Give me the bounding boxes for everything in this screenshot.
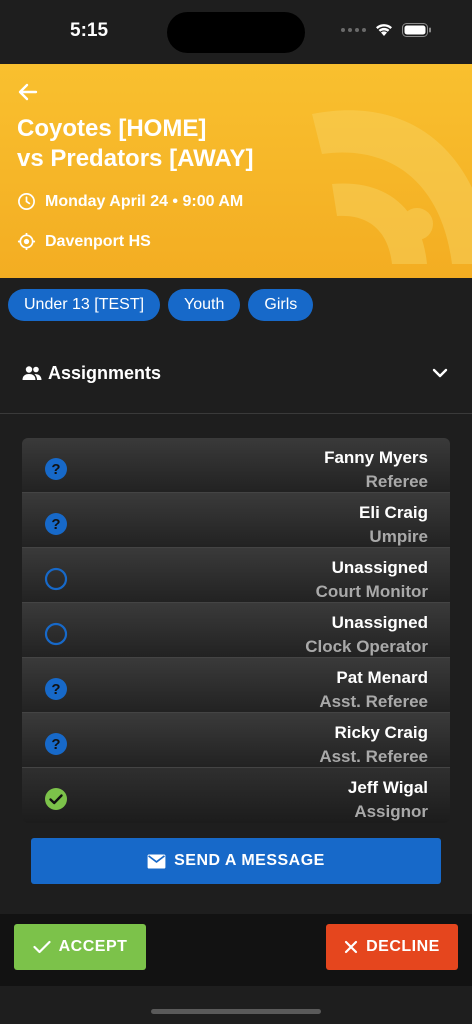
question-circle-icon: ? xyxy=(45,513,67,535)
assignment-row[interactable]: ? Fanny Myers Referee xyxy=(22,438,450,493)
dynamic-island xyxy=(167,12,305,53)
close-icon xyxy=(345,940,358,954)
title-line-2: vs Predators [AWAY] xyxy=(17,145,254,172)
decline-label: DECLINE xyxy=(366,938,440,955)
official-name: Unassigned xyxy=(331,558,428,577)
signal-icon xyxy=(341,27,366,32)
assignment-row[interactable]: ? Pat Menard Asst. Referee xyxy=(22,658,450,713)
official-role: Referee xyxy=(365,472,428,491)
svg-text:?: ? xyxy=(51,516,60,533)
assignment-row[interactable]: Unassigned Court Monitor xyxy=(22,548,450,603)
section-divider xyxy=(0,413,472,414)
official-role: Asst. Referee xyxy=(319,692,428,711)
check-icon xyxy=(33,940,51,954)
official-name: Eli Craig xyxy=(359,503,428,522)
assignment-row[interactable]: ? Eli Craig Umpire xyxy=(22,493,450,548)
location-text: Davenport HS xyxy=(45,232,151,250)
svg-text:?: ? xyxy=(51,736,60,753)
svg-text:?: ? xyxy=(51,681,60,698)
assignment-row[interactable]: Jeff Wigal Assignor xyxy=(22,768,450,823)
watermark-logo xyxy=(312,110,472,264)
home-indicator[interactable] xyxy=(151,1009,321,1014)
status-time: 5:15 xyxy=(70,20,109,41)
game-header: Coyotes [HOME] vs Predators [AWAY] Monda… xyxy=(0,64,472,278)
tag-list: Under 13 [TEST] Youth Girls xyxy=(8,289,314,321)
accept-button[interactable]: ACCEPT xyxy=(14,924,146,970)
svg-text:?: ? xyxy=(51,461,60,478)
battery-icon xyxy=(402,22,431,37)
official-role: Court Monitor xyxy=(315,582,428,601)
section-title: Assignments xyxy=(48,362,162,383)
game-datetime: Monday April 24 • 9:00 AM xyxy=(17,192,243,211)
empty-circle-icon xyxy=(44,622,68,646)
location-target-icon xyxy=(17,232,36,251)
title-line-1: Coyotes [HOME] xyxy=(17,115,207,142)
official-role: Assignor xyxy=(354,802,428,821)
action-footer: ACCEPT DECLINE xyxy=(0,914,472,986)
game-location[interactable]: Davenport HS xyxy=(17,232,151,251)
wifi-icon xyxy=(376,24,392,36)
assignments-toggle[interactable]: Assignments xyxy=(0,345,472,401)
question-circle-icon: ? xyxy=(45,678,67,700)
send-message-button[interactable]: SEND A MESSAGE xyxy=(31,838,441,884)
status-icons xyxy=(341,22,432,37)
arrow-left-icon xyxy=(18,83,38,101)
official-name: Jeff Wigal xyxy=(347,778,428,797)
question-circle-icon: ? xyxy=(45,458,67,480)
clock-icon xyxy=(18,193,35,210)
datetime-text: Monday April 24 • 9:00 AM xyxy=(45,192,244,210)
envelope-icon xyxy=(147,853,166,869)
question-circle-icon: ? xyxy=(45,733,67,755)
tag-chip[interactable]: Girls xyxy=(248,289,314,321)
official-name: Pat Menard xyxy=(336,668,428,687)
assignment-row[interactable]: ? Ricky Craig Asst. Referee xyxy=(22,713,450,768)
empty-circle-icon xyxy=(44,567,68,591)
official-name: Unassigned xyxy=(331,613,428,632)
tag-chip[interactable]: Under 13 [TEST] xyxy=(8,289,161,321)
send-message-label: SEND A MESSAGE xyxy=(174,852,325,869)
official-role: Clock Operator xyxy=(305,637,428,656)
chevron-down-icon xyxy=(432,368,448,378)
status-bar: 5:15 xyxy=(0,0,472,64)
back-button[interactable] xyxy=(14,78,42,106)
game-title: Coyotes [HOME] vs Predators [AWAY] xyxy=(17,114,254,174)
tag-chip[interactable]: Youth xyxy=(168,289,241,321)
official-role: Umpire xyxy=(369,527,428,546)
accept-label: ACCEPT xyxy=(58,938,128,955)
official-name: Fanny Myers xyxy=(324,448,428,467)
check-circle-icon xyxy=(45,788,67,810)
assignment-row[interactable]: Unassigned Clock Operator xyxy=(22,603,450,658)
decline-button[interactable]: DECLINE xyxy=(326,924,458,970)
people-icon xyxy=(22,366,42,380)
official-name: Ricky Craig xyxy=(334,723,428,742)
assignment-list: ? Fanny Myers Referee ? Eli Craig Umpire… xyxy=(22,438,450,823)
official-role: Asst. Referee xyxy=(319,747,428,766)
